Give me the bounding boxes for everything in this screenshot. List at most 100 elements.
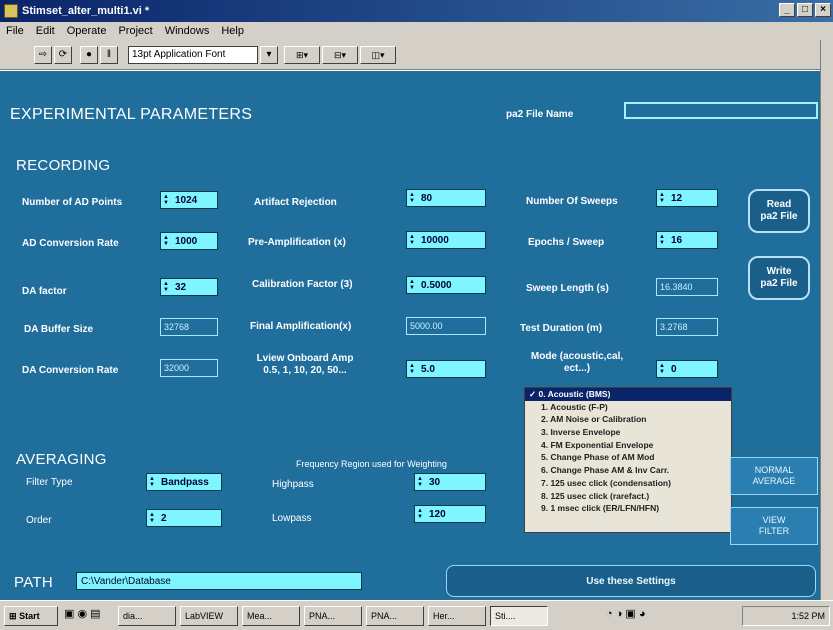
order-value: 2 [161, 513, 167, 524]
font-dropdown-icon[interactable]: ▾ [260, 46, 278, 64]
menu-windows[interactable]: Windows [165, 25, 210, 37]
increment-icon[interactable]: ▲ ▼ [659, 192, 666, 204]
highpass-input[interactable]: ▲ ▼ 30 [414, 473, 486, 491]
da-factor-input[interactable]: ▲ ▼ 32 [160, 278, 218, 296]
menu-help[interactable]: Help [221, 25, 244, 37]
path-label: PATH [14, 574, 53, 591]
epochs-per-sweep-input[interactable]: ▲ ▼ 16 [656, 231, 718, 249]
menu-file[interactable]: File [6, 25, 24, 37]
taskbar-item[interactable]: PNA... [366, 606, 424, 626]
quick-launch-icons[interactable]: ▣ ◉ ▤ [64, 607, 101, 620]
mode-option[interactable]: 8. 125 usec click (rarefact.) [525, 490, 731, 503]
taskbar-item[interactable]: LabVIEW [180, 606, 238, 626]
onboard-amp-input[interactable]: ▲ ▼ 5.0 [406, 360, 486, 378]
increment-icon[interactable]: ▲ ▼ [659, 363, 666, 375]
increment-icon[interactable]: ▲ ▼ [409, 363, 416, 375]
mode-option[interactable]: 2. AM Noise or Calibration [525, 413, 731, 426]
run-icon[interactable]: ⇨ [34, 46, 52, 64]
onboard-amp-value: 5.0 [421, 364, 435, 375]
reorder-icon[interactable]: ◫▾ [360, 46, 396, 64]
taskbar-item[interactable]: PNA... [304, 606, 362, 626]
increment-icon[interactable]: ▲ ▼ [417, 508, 424, 520]
panel-title: EXPERIMENTAL PARAMETERS [10, 106, 253, 123]
mode-label: Mode (acoustic,cal, ect...) [512, 351, 642, 375]
taskbar-item[interactable]: Mea... [242, 606, 300, 626]
increment-icon[interactable]: ▲ ▼ [149, 512, 156, 524]
num-sweeps-input[interactable]: ▲ ▼ 12 [656, 189, 718, 207]
use-these-settings-button[interactable]: Use these Settings [446, 565, 816, 597]
onboard-amp-label-line1: Lview Onboard Amp [256, 353, 354, 364]
mode-value: 0 [671, 364, 677, 375]
system-tray-icons[interactable]: ◔ ◑ ▣ ◕ [606, 607, 646, 620]
start-button[interactable]: ⊞ Start [4, 606, 58, 626]
filter-type-selector[interactable]: ▲ ▼ Bandpass [146, 473, 222, 491]
increment-icon[interactable]: ▲ ▼ [163, 281, 170, 293]
mode-label-line1: Mode (acoustic,cal, [530, 351, 624, 362]
highpass-value: 30 [429, 477, 441, 488]
da-factor-value: 32 [175, 282, 187, 293]
increment-icon[interactable]: ▲ ▼ [409, 279, 416, 291]
mode-option[interactable]: 4. FM Exponential Envelope [525, 439, 731, 452]
windows-logo-icon: ⊞ [9, 611, 17, 621]
test-duration-indicator: 3.2768 [656, 318, 718, 336]
taskbar-item[interactable]: Her... [428, 606, 486, 626]
taskbar-item[interactable]: dia... [118, 606, 176, 626]
num-ad-points-input[interactable]: ▲ ▼ 1024 [160, 191, 218, 209]
calibration-factor-input[interactable]: ▲ ▼ 0.5000 [406, 276, 486, 294]
mode-dropdown-list[interactable]: ✓ 0. Acoustic (BMS) 1. Acoustic (F-P) 2.… [524, 387, 732, 533]
increment-icon[interactable]: ▲ ▼ [659, 234, 666, 246]
menu-project[interactable]: Project [118, 25, 152, 37]
minimize-button[interactable]: _ [779, 3, 795, 17]
ad-conversion-rate-input[interactable]: ▲ ▼ 1000 [160, 232, 218, 250]
mode-input[interactable]: ▲ ▼ 0 [656, 360, 718, 378]
align-objects-icon[interactable]: ⊞▾ [284, 46, 320, 64]
pa2-file-name-indicator [624, 102, 818, 119]
mode-option[interactable]: 7. 125 usec click (condensation) [525, 477, 731, 490]
abort-icon[interactable]: ● [80, 46, 98, 64]
clock: 1:52 PM [742, 606, 830, 626]
read-pa2-file-button[interactable]: Read pa2 File [748, 189, 810, 233]
toolbar: ⇨ ⟳ ● ‖ 13pt Application Font ▾ ⊞▾ ⊟▾ ◫▾ [0, 40, 833, 70]
menu-operate[interactable]: Operate [67, 25, 107, 37]
mode-option[interactable]: 6. Change Phase AM & Inv Carr. [525, 464, 731, 477]
mode-option[interactable]: 9. 1 msec click (ER/LFN/HFN) [525, 502, 731, 515]
calibration-factor-label: Calibration Factor (3) [252, 279, 353, 290]
increment-icon[interactable]: ▲ ▼ [163, 235, 170, 247]
increment-icon[interactable]: ▲ ▼ [409, 192, 416, 204]
view-filter-button[interactable]: VIEW FILTER [730, 507, 818, 545]
filter-type-label: Filter Type [26, 477, 73, 488]
pre-amplification-input[interactable]: ▲ ▼ 10000 [406, 231, 486, 249]
order-label: Order [26, 515, 52, 526]
num-ad-points-label: Number of AD Points [22, 197, 123, 208]
mode-option[interactable]: 5. Change Phase of AM Mod [525, 451, 731, 464]
close-button[interactable]: × [815, 3, 831, 17]
lowpass-input[interactable]: ▲ ▼ 120 [414, 505, 486, 523]
increment-icon[interactable]: ▲ ▼ [163, 194, 170, 206]
window-title: Stimset_alter_multi1.vi * [22, 5, 150, 17]
start-label: Start [19, 611, 40, 621]
window-right-edge [820, 40, 833, 600]
artifact-rejection-input[interactable]: ▲ ▼ 80 [406, 189, 486, 207]
mode-option[interactable]: ✓ 0. Acoustic (BMS) [525, 388, 731, 401]
path-input[interactable]: C:\Vander\Database [76, 572, 362, 590]
distribute-objects-icon[interactable]: ⊟▾ [322, 46, 358, 64]
order-input[interactable]: ▲ ▼ 2 [146, 509, 222, 527]
lowpass-label: Lowpass [272, 513, 312, 524]
mode-option[interactable]: 1. Acoustic (F-P) [525, 401, 731, 414]
font-selector[interactable]: 13pt Application Font [128, 46, 258, 64]
normal-average-button[interactable]: NORMAL AVERAGE [730, 457, 818, 495]
window-titlebar[interactable]: Stimset_alter_multi1.vi * _ □ × [0, 0, 833, 22]
da-buffer-size-label: DA Buffer Size [24, 324, 94, 335]
run-continuously-icon[interactable]: ⟳ [54, 46, 72, 64]
increment-icon[interactable]: ▲ ▼ [417, 476, 424, 488]
calibration-factor-value: 0.5000 [421, 280, 452, 291]
ring-selector-icon[interactable]: ▲ ▼ [149, 476, 156, 488]
write-pa2-file-button[interactable]: Write pa2 File [748, 256, 810, 300]
labview-app-icon [4, 4, 18, 18]
mode-option[interactable]: 3. Inverse Envelope [525, 426, 731, 439]
taskbar-item-active[interactable]: Sti.... [490, 606, 548, 626]
menu-edit[interactable]: Edit [36, 25, 55, 37]
pause-icon[interactable]: ‖ [100, 46, 118, 64]
increment-icon[interactable]: ▲ ▼ [409, 234, 416, 246]
maximize-button[interactable]: □ [797, 3, 813, 17]
